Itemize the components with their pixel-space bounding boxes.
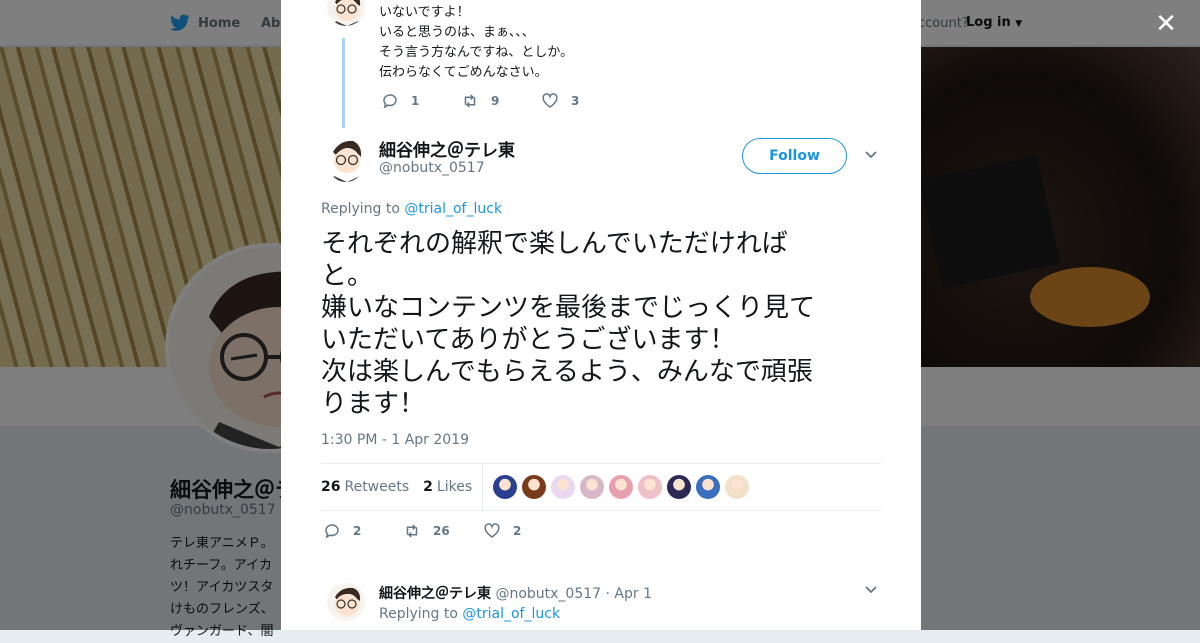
thread-connector-line (342, 38, 345, 128)
retweets-number: 26 (321, 479, 341, 495)
replying-to: Replying to @trial_of_luck (321, 201, 502, 217)
liker-avatar[interactable] (638, 475, 663, 499)
likes-number: 2 (423, 479, 433, 495)
retweets-label: Retweets (344, 479, 410, 495)
liker-avatar[interactable] (725, 475, 750, 499)
liker-avatar[interactable] (696, 475, 721, 499)
author-name[interactable]: 細谷伸之＠テレ東 (379, 136, 515, 161)
retweet-count: 26 (433, 524, 450, 538)
like-count: 3 (571, 94, 580, 108)
previous-tweet-line: いないですよ！ (379, 5, 470, 20)
avatar-illustration-icon (327, 0, 365, 26)
retweet-button[interactable]: 26 (403, 522, 483, 540)
likes-label: Likes (436, 479, 473, 495)
author-handle[interactable]: @nobutx_0517 (379, 160, 485, 176)
liker-avatar[interactable] (522, 475, 547, 499)
liker-avatar[interactable] (667, 475, 692, 499)
reply-tweet-avatar[interactable] (327, 583, 365, 621)
retweets-stat[interactable]: 26 Retweets (321, 479, 409, 495)
avatar-illustration-icon (327, 583, 365, 621)
retweet-icon (406, 524, 418, 538)
liker-avatar[interactable] (493, 475, 518, 499)
chevron-down-icon[interactable] (864, 583, 878, 601)
replying-prefix: Replying to (321, 201, 400, 217)
reply-date[interactable]: · Apr 1 (606, 586, 652, 602)
like-count: 2 (513, 524, 522, 538)
tweet-permalink-modal: いないですよ！ いると思うのは、まぁ、、、 そう言う方なんですね、としか。 伝わ… (281, 0, 921, 630)
like-button[interactable]: 3 (541, 92, 621, 110)
liker-avatars (493, 475, 750, 499)
replying-to-link[interactable]: @trial_of_luck (404, 201, 502, 217)
retweet-icon (464, 94, 476, 108)
reply-count: 1 (411, 94, 420, 108)
reply-replying-to-link[interactable]: @trial_of_luck (462, 606, 560, 622)
previous-tweet-avatar[interactable] (327, 0, 365, 26)
tweet-timestamp[interactable]: 1:30 PM - 1 Apr 2019 (321, 432, 469, 448)
liker-avatar[interactable] (551, 475, 576, 499)
heart-icon (542, 93, 558, 108)
reply-author-name[interactable]: 細谷伸之＠テレ東 (379, 586, 491, 602)
reply-tweet-header: 細谷伸之＠テレ東 @nobutx_0517 · Apr 1 (379, 583, 652, 603)
close-icon[interactable]: ✕ (1152, 10, 1180, 38)
liker-avatar[interactable] (609, 475, 634, 499)
previous-tweet-line: そう言う方なんですね、としか。 (379, 45, 574, 60)
previous-tweet-actions: 1 9 3 (381, 92, 621, 110)
main-tweet-avatar[interactable] (326, 136, 366, 182)
like-button[interactable]: 2 (483, 522, 563, 540)
reply-button[interactable]: 1 (381, 92, 461, 110)
avatar-illustration-icon (326, 136, 366, 182)
reply-count: 2 (353, 524, 362, 538)
heart-icon (484, 523, 500, 538)
main-tweet-actions: 2 26 2 (323, 522, 563, 540)
reply-button[interactable]: 2 (323, 522, 403, 540)
chevron-down-icon[interactable] (864, 148, 880, 164)
liker-avatar[interactable] (580, 475, 605, 499)
likes-stat[interactable]: 2 Likes (423, 479, 472, 495)
tweet-stats: 26 Retweets 2 Likes (321, 463, 881, 511)
reply-replying-prefix: Replying to (379, 606, 458, 622)
previous-tweet-text: いないですよ！ いると思うのは、まぁ、、、 そう言う方なんですね、としか。 伝わ… (379, 3, 839, 83)
stats-divider (482, 464, 484, 510)
retweet-button[interactable]: 9 (461, 92, 541, 110)
previous-tweet-line: いると思うのは、まぁ、、、 (379, 25, 535, 40)
reply-icon (383, 94, 397, 109)
reply-replying-to: Replying to @trial_of_luck (379, 606, 560, 622)
previous-tweet-line: 伝わらなくてごめんなさい。 (379, 65, 548, 80)
retweet-count: 9 (491, 94, 500, 108)
reply-icon (325, 524, 339, 539)
reply-author-handle[interactable]: @nobutx_0517 (495, 586, 601, 602)
follow-button[interactable]: Follow (742, 138, 847, 174)
tweet-text: それぞれの解釈で楽しんでいただければ と。 嫌いなコンテンツを最後までじっくり見… (321, 229, 816, 419)
